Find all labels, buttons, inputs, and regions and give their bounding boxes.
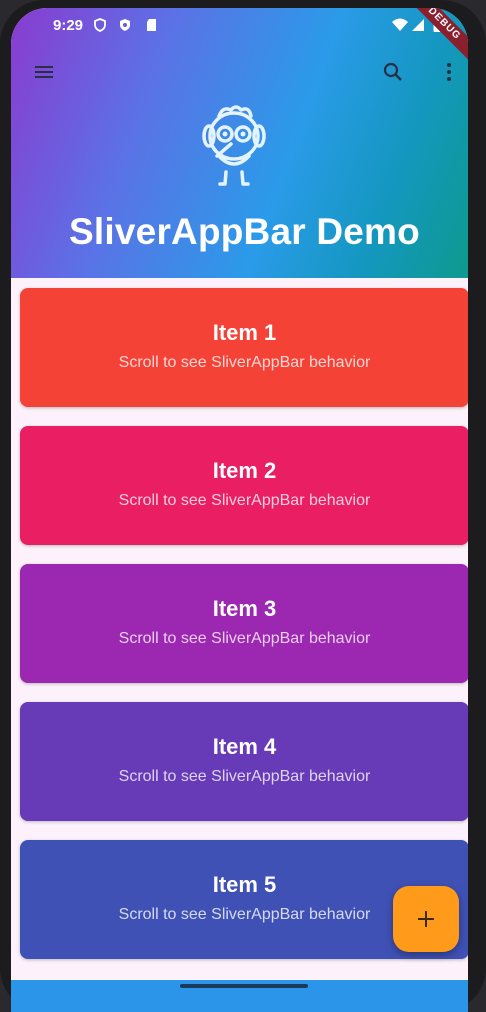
item-list: Item 1 Scroll to see SliverAppBar behavio… bbox=[20, 288, 468, 978]
status-bar: 9:29 bbox=[11, 8, 468, 42]
wifi-icon bbox=[392, 18, 408, 31]
more-vert-icon bbox=[447, 63, 451, 81]
sd-card-icon bbox=[147, 19, 156, 31]
item-subtitle: Scroll to see SliverAppBar behavior bbox=[118, 905, 371, 923]
search-button[interactable] bbox=[373, 52, 413, 92]
phone-frame: 9:29 DEBUG SliverAppBar Demo Item 1 Scro… bbox=[0, 0, 486, 1012]
bird-logo-icon bbox=[202, 105, 266, 186]
signal-icon bbox=[412, 19, 424, 31]
item-title: Item 2 bbox=[212, 457, 277, 483]
app-bar-title: SliverAppBar Demo bbox=[69, 211, 420, 252]
shield-icon bbox=[94, 18, 106, 32]
add-fab-button[interactable] bbox=[393, 886, 459, 952]
item-subtitle: Scroll to see SliverAppBar behavior bbox=[118, 629, 371, 647]
item-card[interactable]: Item 1 Scroll to see SliverAppBar behavio… bbox=[20, 288, 468, 407]
item-card[interactable]: Item 4 Scroll to see SliverAppBar behavio… bbox=[20, 702, 468, 821]
item-subtitle: Scroll to see SliverAppBar behavior bbox=[118, 767, 371, 785]
item-subtitle: Scroll to see SliverAppBar behavior bbox=[118, 353, 371, 371]
item-title: Item 1 bbox=[212, 319, 277, 345]
security-icon bbox=[120, 19, 130, 31]
menu-icon bbox=[35, 66, 53, 78]
item-card[interactable]: Item 3 Scroll to see SliverAppBar behavio… bbox=[20, 564, 468, 683]
add-icon bbox=[418, 911, 434, 927]
item-title: Item 3 bbox=[212, 595, 277, 621]
more-options-button[interactable] bbox=[429, 52, 468, 92]
item-subtitle: Scroll to see SliverAppBar behavior bbox=[118, 491, 371, 509]
app-screen: 9:29 DEBUG SliverAppBar Demo Item 1 Scro… bbox=[11, 8, 468, 1012]
item-title: Item 4 bbox=[212, 733, 277, 759]
search-icon bbox=[383, 62, 402, 81]
item-title: Item 5 bbox=[212, 871, 277, 897]
gesture-handle[interactable] bbox=[180, 984, 308, 988]
menu-button[interactable] bbox=[24, 52, 64, 92]
sliver-app-bar: 9:29 DEBUG SliverAppBar Demo bbox=[11, 8, 468, 278]
status-time: 9:29 bbox=[53, 17, 84, 34]
item-card[interactable]: Item 2 Scroll to see SliverAppBar behavio… bbox=[20, 426, 468, 545]
